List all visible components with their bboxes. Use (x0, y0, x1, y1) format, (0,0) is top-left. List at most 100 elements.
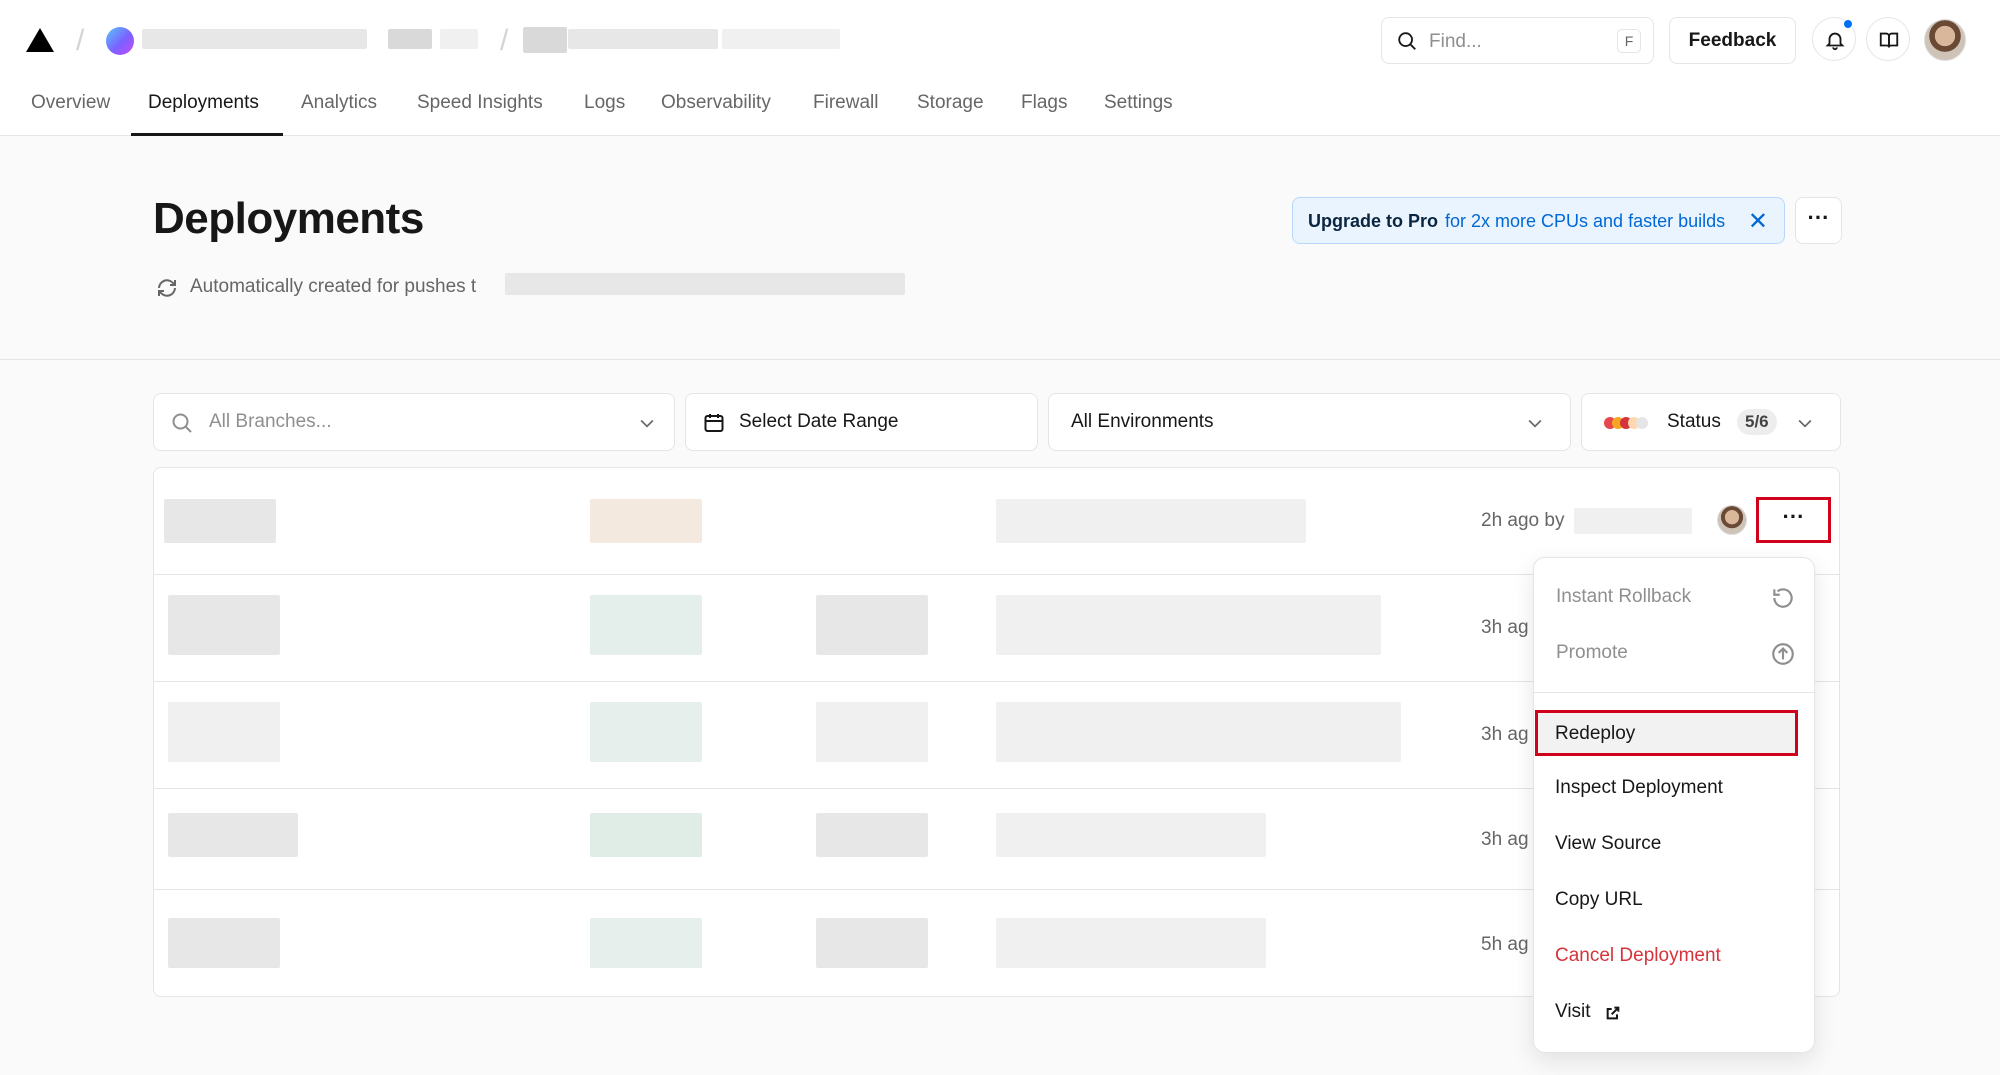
find-shortcut-key: F (1617, 29, 1641, 53)
menu-item-label: Redeploy (1555, 723, 1636, 744)
deployment-time: 2h ago by (1481, 510, 1565, 531)
deployment-time: 5h ag (1481, 934, 1529, 955)
search-icon (172, 413, 192, 433)
deployment-duration-redacted (816, 702, 928, 762)
deployment-duration-redacted (816, 813, 928, 857)
vercel-logo-icon[interactable] (26, 28, 54, 52)
author-avatar (1717, 505, 1747, 535)
team-switcher-redacted[interactable] (440, 29, 478, 49)
deployment-source-redacted[interactable] (996, 595, 1381, 655)
active-tab-indicator (131, 133, 283, 136)
menu-item-label: Copy URL (1555, 889, 1643, 910)
deployment-id-redacted[interactable] (168, 702, 280, 762)
tab-flags[interactable]: Flags (1021, 92, 1067, 114)
team-name-redacted[interactable] (142, 29, 367, 49)
team-avatar[interactable] (106, 27, 134, 55)
menu-item-redeploy[interactable]: Redeploy (1535, 710, 1798, 756)
menu-item-label: Promote (1556, 642, 1628, 663)
status-count-badge: 5/6 (1737, 409, 1777, 435)
tab-storage[interactable]: Storage (917, 92, 984, 114)
deployment-status-redacted (590, 499, 702, 543)
find-search-box[interactable]: Find... F (1381, 17, 1654, 64)
branches-filter[interactable]: All Branches... (153, 393, 675, 451)
chevron-down-icon (640, 419, 654, 428)
user-avatar[interactable] (1924, 19, 1966, 61)
deployment-id-redacted[interactable] (168, 918, 280, 968)
date-range-filter[interactable]: Select Date Range (685, 393, 1038, 451)
menu-item-label: Inspect Deployment (1555, 777, 1723, 798)
close-icon[interactable]: ✕ (1748, 207, 1768, 236)
repo-name-redacted[interactable] (505, 273, 905, 295)
menu-item-instant-rollback[interactable]: Instant Rollback (1534, 570, 1816, 626)
deployment-id-redacted[interactable] (168, 595, 280, 655)
page-title: Deployments (153, 194, 424, 243)
breadcrumb-separator: / (500, 24, 509, 57)
deployment-source-redacted[interactable] (996, 702, 1401, 762)
date-range-label: Select Date Range (739, 411, 899, 432)
deployment-time: 3h ag (1481, 617, 1529, 638)
sync-icon (158, 279, 176, 297)
deployment-id-redacted[interactable] (164, 499, 276, 543)
calendar-icon (704, 414, 724, 432)
tab-deployments[interactable]: Deployments (148, 92, 259, 114)
status-label: Status (1667, 411, 1721, 432)
deployment-status-redacted (590, 918, 702, 968)
row-more-options-button[interactable]: ··· (1756, 497, 1831, 543)
menu-item-inspect-deployment[interactable]: Inspect Deployment (1533, 761, 1815, 817)
menu-item-cancel-deployment[interactable]: Cancel Deployment (1533, 929, 1815, 985)
tab-analytics[interactable]: Analytics (301, 92, 377, 114)
menu-divider (1534, 692, 1816, 693)
menu-item-visit[interactable]: Visit (1533, 985, 1815, 1041)
tab-firewall[interactable]: Firewall (813, 92, 878, 114)
deployment-time: 3h ag (1481, 724, 1529, 745)
upgrade-banner-text: for 2x more CPUs and faster builds (1445, 211, 1726, 231)
status-filter[interactable]: Status 5/6 (1581, 393, 1841, 451)
project-name-redacted[interactable] (568, 29, 718, 49)
menu-item-view-source[interactable]: View Source (1533, 817, 1815, 873)
notification-dot (1842, 18, 1854, 30)
chevron-down-icon (1798, 419, 1812, 428)
deployment-time: 3h ag (1481, 829, 1529, 850)
upgrade-banner-title: Upgrade to Pro (1308, 211, 1439, 231)
deployment-source-redacted[interactable] (996, 813, 1266, 857)
deployment-status-redacted (590, 702, 702, 762)
project-icon-redacted (523, 27, 567, 53)
tab-settings[interactable]: Settings (1104, 92, 1173, 114)
external-link-icon (1606, 1006, 1620, 1020)
page-more-options-button[interactable]: ··· (1795, 197, 1842, 244)
author-name-redacted (1574, 508, 1692, 534)
find-placeholder: Find... (1429, 31, 1482, 52)
deployment-source-redacted[interactable] (996, 499, 1306, 543)
deployment-id-redacted[interactable] (168, 813, 298, 857)
deployment-status-redacted (590, 813, 702, 857)
project-switcher-redacted[interactable] (722, 29, 840, 49)
menu-item-label: Cancel Deployment (1555, 945, 1721, 966)
menu-item-label: Visit (1555, 1001, 1591, 1022)
menu-item-copy-url[interactable]: Copy URL (1533, 873, 1815, 929)
menu-item-promote[interactable]: Promote (1534, 626, 1816, 682)
tab-observability[interactable]: Observability (661, 92, 771, 114)
tab-speed-insights[interactable]: Speed Insights (417, 92, 543, 114)
status-dots-icon (1604, 417, 1658, 429)
tab-overview[interactable]: Overview (31, 92, 110, 114)
top-bar: / / Find... F Feedback Overview Deployme… (0, 0, 2000, 136)
promote-icon (1772, 643, 1794, 665)
menu-item-label: View Source (1555, 833, 1662, 854)
team-plan-badge-redacted (388, 29, 432, 49)
tab-logs[interactable]: Logs (584, 92, 625, 114)
bell-icon (1825, 32, 1845, 51)
environments-filter[interactable]: All Environments (1048, 393, 1571, 451)
breadcrumb-separator: / (76, 24, 85, 57)
deployment-status-redacted (590, 595, 702, 655)
docs-button[interactable] (1866, 17, 1910, 61)
environments-label: All Environments (1071, 411, 1214, 432)
deployment-duration-redacted (816, 595, 928, 655)
deployments-header: Deployments Automatically created for pu… (0, 137, 2000, 360)
deployment-duration-redacted (816, 918, 928, 968)
deployments-subtitle: Automatically created for pushes t (190, 276, 477, 297)
rollback-icon (1773, 588, 1793, 608)
menu-item-label: Instant Rollback (1556, 586, 1692, 607)
feedback-button[interactable]: Feedback (1669, 17, 1796, 64)
upgrade-banner[interactable]: Upgrade to Pro for 2x more CPUs and fast… (1292, 197, 1785, 244)
deployment-source-redacted[interactable] (996, 918, 1266, 968)
